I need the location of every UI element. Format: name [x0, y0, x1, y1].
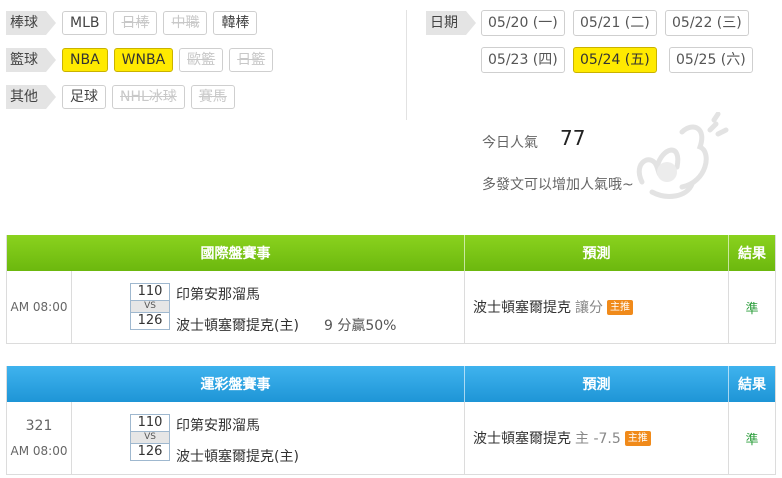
chip-euroleague: 歐籃: [179, 48, 224, 72]
home-score: 126: [130, 443, 170, 461]
table-header: 運彩盤賽事 預測 結果: [7, 366, 775, 402]
chip-kbo[interactable]: 韓棒: [213, 11, 258, 35]
prediction-detail: 讓分: [575, 300, 603, 316]
scorebox: 110 VS 126: [130, 414, 170, 461]
away-team[interactable]: 印第安那溜馬: [176, 284, 260, 304]
header-game: 國際盤賽事: [7, 235, 465, 271]
header-prediction: 預測: [465, 366, 729, 402]
popularity-tip: 多發文可以增加人氣哦~: [482, 177, 634, 193]
header-result: 結果: [738, 377, 766, 393]
chip-jbl: 日籃: [229, 48, 274, 72]
date-chip-selected[interactable]: 05/24 (五): [573, 47, 657, 73]
date-chip[interactable]: 05/23 (四): [481, 47, 565, 73]
vs-label: VS: [130, 432, 170, 443]
date-row: 日期: [426, 10, 482, 36]
prediction-cell: 波士頓塞爾提克 讓分 主推: [465, 271, 729, 343]
home-team[interactable]: 波士頓塞爾提克(主): [176, 446, 299, 466]
game-time: AM 08:00: [10, 300, 68, 314]
chip-wnba[interactable]: WNBA: [113, 48, 174, 72]
chip-horse-racing: 賽馬: [190, 85, 235, 109]
game-time: AM 08:00: [10, 444, 68, 458]
featured-badge: 主推: [624, 430, 651, 446]
prediction-team: 波士頓塞爾提克: [473, 431, 571, 447]
away-score: 110: [130, 414, 170, 432]
away-team[interactable]: 印第安那溜馬: [176, 415, 260, 435]
header-game: 運彩盤賽事: [7, 366, 465, 402]
chip-npb: 日棒: [113, 11, 158, 35]
prediction-team: 波士頓塞爾提克: [473, 300, 571, 316]
away-score: 110: [130, 283, 170, 301]
chip-nba[interactable]: NBA: [62, 48, 108, 72]
vs-label: VS: [130, 301, 170, 312]
mascot-icon: [636, 112, 729, 199]
result-cell: 準: [745, 432, 759, 448]
home-team[interactable]: 波士頓塞爾提克(主): [176, 315, 299, 335]
basketball-row: 籃球 NBA WNBA 歐籃 日籃: [6, 47, 279, 73]
category-label: 棒球: [6, 11, 56, 35]
scorebox: 110 VS 126: [130, 283, 170, 330]
international-table: 國際盤賽事 預測 結果 AM 08:00 110 VS 126 印第安那溜馬 波…: [6, 235, 776, 344]
lottery-table: 運彩盤賽事 預測 結果 321 AM 08:00 110 VS 126 印第安那…: [6, 366, 776, 475]
result-cell: 準: [745, 301, 759, 317]
date-chip[interactable]: 05/25 (六): [669, 47, 753, 73]
date-chip[interactable]: 05/22 (三): [665, 10, 749, 36]
chip-soccer[interactable]: 足球: [62, 85, 106, 109]
time-cell: 321 AM 08:00: [7, 402, 72, 474]
popularity-label: 今日人氣: [482, 135, 538, 151]
game-note: 9 分贏50%: [324, 318, 397, 334]
popularity-value: 77: [560, 126, 586, 150]
prediction-detail: 主 -7.5: [575, 431, 621, 447]
home-score: 126: [130, 312, 170, 330]
featured-badge: 主推: [607, 299, 633, 315]
date-label: 日期: [426, 11, 476, 35]
divider: [406, 10, 407, 120]
header-result: 結果: [738, 246, 766, 262]
table-row: 321 AM 08:00 110 VS 126 印第安那溜馬 波士頓塞爾提克(主…: [7, 402, 775, 474]
category-label: 籃球: [6, 48, 56, 72]
date-chip[interactable]: 05/21 (二): [573, 10, 657, 36]
game-cell: 110 VS 126 印第安那溜馬 波士頓塞爾提克(主) 9 分贏50%: [72, 271, 465, 343]
game-number: 321: [25, 418, 53, 434]
time-cell: AM 08:00: [7, 271, 72, 343]
chip-cpbl: 中職: [163, 11, 208, 35]
table-header: 國際盤賽事 預測 結果: [7, 235, 775, 271]
table-row: AM 08:00 110 VS 126 印第安那溜馬 波士頓塞爾提克(主) 9 …: [7, 271, 775, 343]
chip-nhl: NHL冰球: [112, 85, 185, 109]
header-prediction: 預測: [465, 235, 729, 271]
date-chip[interactable]: 05/20 (一): [481, 10, 565, 36]
chip-mlb[interactable]: MLB: [62, 11, 108, 35]
category-label: 其他: [6, 85, 56, 109]
other-row: 其他 足球 NHL冰球 賽馬: [6, 84, 241, 110]
game-cell: 110 VS 126 印第安那溜馬 波士頓塞爾提克(主): [72, 402, 465, 474]
prediction-cell: 波士頓塞爾提克 主 -7.5 主推: [465, 402, 729, 474]
baseball-row: 棒球 MLB 日棒 中職 韓棒: [6, 10, 263, 36]
